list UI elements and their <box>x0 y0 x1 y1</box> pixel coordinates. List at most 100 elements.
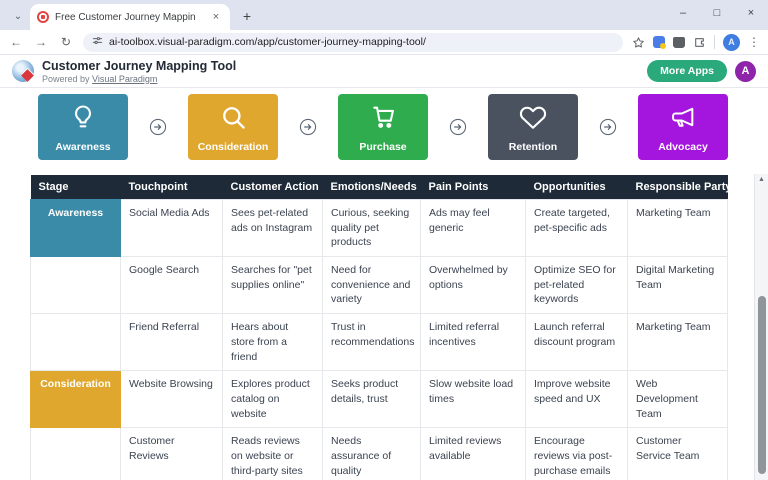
opportunity-cell: Encourage reviews via post-purchase emai… <box>526 428 628 480</box>
column-header: Customer Action <box>223 175 323 200</box>
page-scrollbar[interactable]: ▲ <box>754 174 768 480</box>
journey-table-head-row: StageTouchpointCustomer ActionEmotions/N… <box>31 175 728 200</box>
extensions-icon[interactable] <box>693 36 706 49</box>
browser-menu-icon[interactable]: ⋮ <box>748 35 760 49</box>
close-button[interactable]: × <box>734 0 768 26</box>
tune-icon <box>92 33 103 51</box>
browser-profile-avatar[interactable]: A <box>723 34 740 51</box>
column-header: Emotions/Needs <box>323 175 421 200</box>
plus-icon: + <box>243 8 251 24</box>
cart-icon <box>369 103 397 131</box>
touchpoint-cell: Social Media Ads <box>121 200 223 257</box>
powered-by: Powered by Visual Paradigm <box>42 74 639 84</box>
app-header: Customer Journey Mapping Tool Powered by… <box>0 55 768 88</box>
emotions-cell: Curious, seeking quality pet products <box>323 200 421 257</box>
more-apps-button[interactable]: More Apps <box>647 60 727 82</box>
stage-retention[interactable]: Retention <box>488 94 578 160</box>
table-row: Customer ReviewsReads reviews on website… <box>31 428 728 480</box>
tab-close-icon[interactable]: × <box>209 10 223 24</box>
pinned-extension-dark-icon[interactable] <box>673 37 685 48</box>
window-controls: – □ × <box>666 0 768 26</box>
heart-icon <box>519 103 547 131</box>
back-button[interactable]: ← <box>8 35 24 49</box>
browser-toolbar: ← → ↻ ai-toolbox.visual-paradigm.com/app… <box>0 30 768 55</box>
bookmark-star-icon[interactable] <box>632 36 645 49</box>
table-row: AwarenessSocial Media AdsSees pet-relate… <box>31 200 728 257</box>
column-header: Stage <box>31 175 121 200</box>
stage-advocacy[interactable]: Advocacy <box>638 94 728 160</box>
action-cell: Searches for "pet supplies online" <box>223 257 323 314</box>
stage-cell: Awareness <box>31 200 121 257</box>
journey-table: StageTouchpointCustomer ActionEmotions/N… <box>30 175 728 480</box>
browser-window: ⌄ Free Customer Journey Mappin × + – □ ×… <box>0 0 768 480</box>
visual-paradigm-logo <box>12 60 34 82</box>
action-cell: Hears about store from a friend <box>223 314 323 371</box>
stage-cell: Consideration <box>31 371 121 428</box>
stage-label: Purchase <box>338 141 428 153</box>
site-favicon-icon <box>37 11 49 23</box>
party-cell: Web Development Team <box>628 371 728 428</box>
megaphone-icon <box>669 103 697 131</box>
touchpoint-cell: Google Search <box>121 257 223 314</box>
stage-consideration[interactable]: Consideration <box>188 94 278 160</box>
column-header: Opportunities <box>526 175 628 200</box>
column-header: Pain Points <box>421 175 526 200</box>
opportunity-cell: Launch referral discount program <box>526 314 628 371</box>
pinned-extension-icon[interactable] <box>653 36 665 48</box>
user-avatar[interactable]: A <box>735 61 756 82</box>
journey-stages: Awareness Consideration Purchase Retention A… <box>38 94 728 160</box>
action-cell: Sees pet-related ads on Instagram <box>223 200 323 257</box>
refresh-button[interactable]: ↻ <box>58 35 74 49</box>
emotions-cell: Need for convenience and variety <box>323 257 421 314</box>
tab-search-button[interactable]: ⌄ <box>8 6 28 26</box>
opportunity-cell: Optimize SEO for pet-related keywords <box>526 257 628 314</box>
visual-paradigm-link[interactable]: Visual Paradigm <box>92 74 157 84</box>
table-row: Google SearchSearches for "pet supplies … <box>31 257 728 314</box>
toolbar-separator <box>714 35 715 49</box>
arrow-right-icon <box>449 118 467 136</box>
touchpoint-cell: Customer Reviews <box>121 428 223 480</box>
table-row: ConsiderationWebsite BrowsingExplores pr… <box>31 371 728 428</box>
stage-cell <box>31 314 121 371</box>
stage-cell <box>31 428 121 480</box>
browser-tab[interactable]: Free Customer Journey Mappin × <box>30 4 230 30</box>
action-cell: Explores product catalog on website <box>223 371 323 428</box>
arrow-right-icon <box>299 118 317 136</box>
column-header: Touchpoint <box>121 175 223 200</box>
party-cell: Digital Marketing Team <box>628 257 728 314</box>
pain-cell: Ads may feel generic <box>421 200 526 257</box>
main-content: Awareness Consideration Purchase Retention A… <box>0 88 768 480</box>
app-titles: Customer Journey Mapping Tool Powered by… <box>42 59 639 84</box>
address-bar[interactable]: ai-toolbox.visual-paradigm.com/app/custo… <box>83 33 623 52</box>
arrow-right-icon <box>599 118 617 136</box>
url-text: ai-toolbox.visual-paradigm.com/app/custo… <box>109 36 426 48</box>
tab-title: Free Customer Journey Mappin <box>55 12 203 23</box>
forward-button[interactable]: → <box>33 35 49 49</box>
opportunity-cell: Improve website speed and UX <box>526 371 628 428</box>
action-cell: Reads reviews on website or third-party … <box>223 428 323 480</box>
stage-purchase[interactable]: Purchase <box>338 94 428 160</box>
party-cell: Marketing Team <box>628 200 728 257</box>
touchpoint-cell: Website Browsing <box>121 371 223 428</box>
page-title: Customer Journey Mapping Tool <box>42 59 639 74</box>
emotions-cell: Needs assurance of quality <box>323 428 421 480</box>
tab-strip: ⌄ Free Customer Journey Mappin × + – □ × <box>0 0 768 30</box>
pain-cell: Limited reviews available <box>421 428 526 480</box>
pain-cell: Overwhelmed by options <box>421 257 526 314</box>
party-cell: Customer Service Team <box>628 428 728 480</box>
stage-label: Advocacy <box>638 141 728 153</box>
chevron-down-icon: ⌄ <box>14 11 22 22</box>
new-tab-button[interactable]: + <box>236 5 258 27</box>
pain-cell: Slow website load times <box>421 371 526 428</box>
emotions-cell: Trust in recommendations <box>323 314 421 371</box>
opportunity-cell: Create targeted, pet-specific ads <box>526 200 628 257</box>
scrollbar-thumb[interactable] <box>758 296 766 473</box>
scroll-up-icon[interactable]: ▲ <box>755 176 768 183</box>
emotions-cell: Seeks product details, trust <box>323 371 421 428</box>
lightbulb-icon <box>69 103 97 131</box>
stage-awareness[interactable]: Awareness <box>38 94 128 160</box>
pain-cell: Limited referral incentives <box>421 314 526 371</box>
maximize-button[interactable]: □ <box>700 0 734 26</box>
journey-table-body: AwarenessSocial Media AdsSees pet-relate… <box>31 200 728 480</box>
minimize-button[interactable]: – <box>666 0 700 26</box>
